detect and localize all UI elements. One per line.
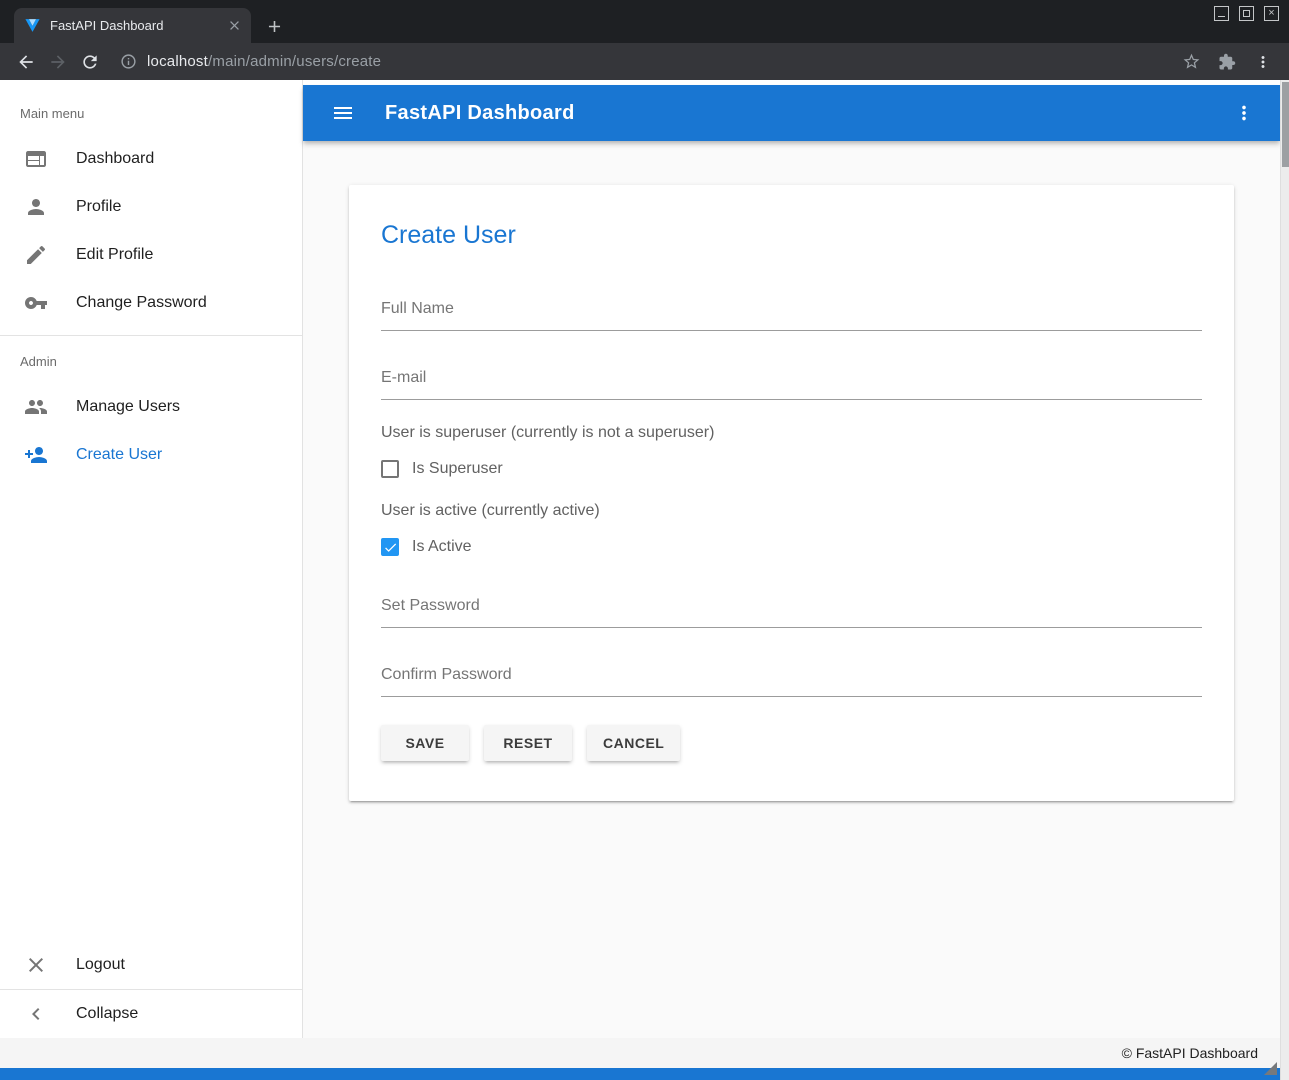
maximize-button[interactable] [1239, 6, 1254, 21]
extensions-button[interactable] [1211, 46, 1243, 78]
sidebar-item-manage-users[interactable]: Manage Users [0, 383, 302, 431]
extension-icon [1218, 53, 1236, 71]
appbar-menu-button[interactable] [1224, 93, 1264, 133]
sidebar-item-label: Dashboard [76, 150, 154, 168]
kebab-icon [1233, 102, 1255, 124]
sidebar-item-label: Manage Users [76, 398, 180, 416]
sidebar-item-label: Edit Profile [76, 246, 153, 264]
page-title: Create User [381, 221, 1202, 250]
resize-grip-icon[interactable] [1264, 1062, 1277, 1075]
reload-icon [80, 52, 100, 72]
window-close-button[interactable]: × [1264, 6, 1279, 21]
sidebar-item-label: Profile [76, 198, 121, 216]
sidebar-spacer [0, 479, 302, 941]
main-area: FastAPI Dashboard Create User User is su… [303, 80, 1280, 1038]
sidebar: Main menu Dashboard Profile [0, 80, 303, 1038]
tab-close-icon[interactable] [225, 17, 243, 35]
dashboard-icon [24, 147, 48, 171]
person-add-icon [24, 443, 48, 467]
hamburger-icon [331, 101, 355, 125]
bookmark-button[interactable] [1175, 46, 1207, 78]
sidebar-item-create-user[interactable]: Create User [0, 431, 302, 479]
scrollbar-thumb[interactable] [1282, 82, 1289, 167]
person-icon [24, 195, 48, 219]
appbar: FastAPI Dashboard [303, 85, 1280, 141]
sidebar-item-dashboard[interactable]: Dashboard [0, 135, 302, 183]
browser-tab[interactable]: FastAPI Dashboard [14, 8, 251, 43]
kebab-icon [1254, 53, 1272, 71]
sidebar-item-collapse[interactable]: Collapse [0, 990, 302, 1038]
tab-title: FastAPI Dashboard [50, 18, 225, 33]
reload-button[interactable] [74, 46, 106, 78]
minimize-button[interactable] [1214, 6, 1229, 21]
sidebar-item-label: Logout [76, 956, 125, 974]
window-close-icon: × [1265, 7, 1278, 20]
create-user-card: Create User User is superuser (currently… [349, 185, 1234, 801]
browser-toolbar: localhost/main/admin/users/create [0, 43, 1289, 80]
sidebar-item-edit-profile[interactable]: Edit Profile [0, 231, 302, 279]
browser-titlebar: FastAPI Dashboard × [0, 0, 1289, 43]
app-page: Main menu Dashboard Profile [0, 80, 1289, 1080]
save-button[interactable]: SAVE [381, 725, 469, 761]
forward-button[interactable] [42, 46, 74, 78]
sidebar-section-header-main: Main menu [0, 80, 302, 135]
sidebar-item-label: Create User [76, 446, 162, 464]
appbar-title: FastAPI Dashboard [385, 102, 575, 125]
superuser-hint: User is superuser (currently is not a su… [381, 424, 1202, 442]
superuser-checkbox-label: Is Superuser [412, 460, 503, 478]
arrow-back-icon [16, 52, 36, 72]
site-info-icon[interactable] [120, 53, 137, 70]
url-path: /main/admin/users/create [208, 53, 381, 70]
chevron-left-icon [24, 1002, 48, 1026]
sidebar-item-logout[interactable]: Logout [0, 941, 302, 989]
sidebar-item-change-password[interactable]: Change Password [0, 279, 302, 327]
window-controls: × [1204, 6, 1279, 21]
url-host: localhost [147, 53, 208, 70]
footer-inset: © FastAPI Dashboard [0, 1038, 1280, 1068]
menu-button[interactable] [319, 89, 367, 137]
arrow-forward-icon [48, 52, 68, 72]
active-checkbox[interactable]: Is Active [381, 538, 1202, 556]
checkbox-checked-icon [381, 538, 399, 556]
group-icon [24, 395, 48, 419]
active-hint: User is active (currently active) [381, 502, 1202, 520]
footer-copyright: © FastAPI Dashboard [1122, 1045, 1258, 1061]
content-area: Create User User is superuser (currently… [303, 141, 1280, 1038]
active-checkbox-label: Is Active [412, 538, 472, 556]
email-input[interactable] [381, 363, 1202, 400]
checkbox-unchecked-icon [381, 460, 399, 478]
cancel-button[interactable]: CANCEL [587, 725, 680, 761]
full-name-input[interactable] [381, 294, 1202, 331]
browser-menu-button[interactable] [1247, 46, 1279, 78]
star-icon [1182, 52, 1201, 71]
vuetify-logo-icon [24, 17, 41, 34]
key-icon [24, 291, 48, 315]
new-tab-button[interactable] [262, 14, 286, 38]
sidebar-item-label: Change Password [76, 294, 207, 312]
sidebar-section-header-admin: Admin [0, 336, 302, 383]
back-button[interactable] [10, 46, 42, 78]
confirm-password-input[interactable] [381, 660, 1202, 697]
pencil-icon [24, 243, 48, 267]
address-bar[interactable]: localhost/main/admin/users/create [114, 47, 1163, 77]
superuser-checkbox[interactable]: Is Superuser [381, 460, 1202, 478]
form-buttons: SAVE RESET CANCEL [381, 725, 1202, 761]
maximize-icon [1243, 10, 1250, 17]
url-text: localhost/main/admin/users/create [147, 53, 381, 70]
close-icon [24, 953, 48, 977]
set-password-input[interactable] [381, 591, 1202, 628]
sidebar-item-label: Collapse [76, 1005, 138, 1023]
sidebar-item-profile[interactable]: Profile [0, 183, 302, 231]
scrollbar-track[interactable] [1280, 80, 1289, 1080]
app-footer: © FastAPI Dashboard [0, 1038, 1280, 1080]
minimize-icon [1218, 16, 1225, 17]
toolbar-right [1171, 46, 1279, 78]
reset-button[interactable]: RESET [484, 725, 572, 761]
browser-window: FastAPI Dashboard × [0, 0, 1289, 1080]
